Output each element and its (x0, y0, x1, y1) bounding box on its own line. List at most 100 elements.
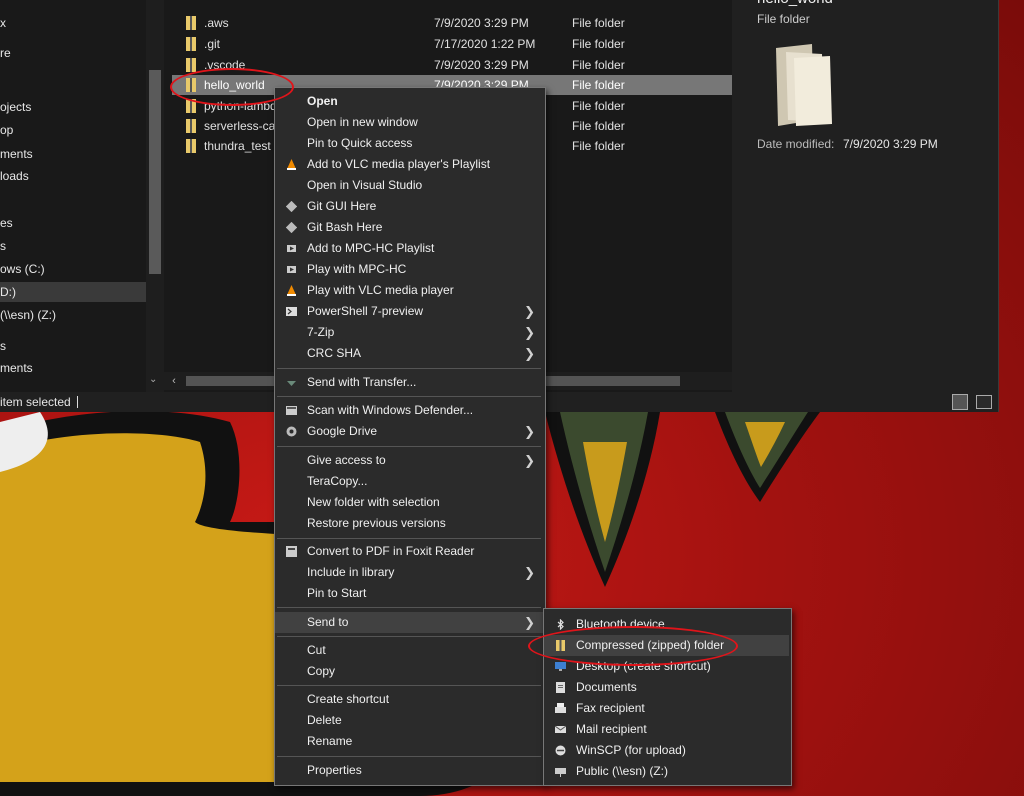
folder-zip-icon (186, 58, 196, 72)
annotation-ellipse-compressed-folder (528, 626, 738, 666)
nav-item[interactable]: re (0, 43, 11, 63)
git-icon (286, 222, 297, 233)
menu-item-cut[interactable]: Cut (275, 640, 543, 661)
menu-item-label: Cut (307, 643, 326, 657)
menu-item-google-drive[interactable]: Google Drive ❯ (275, 421, 543, 442)
nav-item-z-drive[interactable]: (\\esn) (Z:) (0, 305, 56, 325)
nav-scrollbar[interactable]: ⌄ (146, 0, 164, 392)
nav-item[interactable]: loads (0, 166, 29, 186)
menu-item-label: Play with VLC media player (307, 283, 454, 297)
preview-title: hello_world (757, 0, 833, 7)
file-date: 7/9/2020 3:29 PM (434, 16, 529, 30)
menu-item-windows-defender[interactable]: Scan with Windows Defender... (275, 400, 543, 421)
large-icons-view-icon[interactable] (976, 395, 992, 409)
chevron-right-icon: ❯ (524, 453, 535, 468)
nav-item[interactable]: ments (0, 358, 33, 378)
sendto-item-winscp[interactable]: WinSCP (for upload) (544, 740, 789, 761)
text-cursor (77, 396, 78, 408)
nav-item[interactable]: s (0, 336, 6, 356)
nav-item-c-drive[interactable]: ows (C:) (0, 259, 45, 279)
menu-item-label: Scan with Windows Defender... (307, 403, 474, 417)
menu-item-rename[interactable]: Rename (275, 731, 543, 752)
chevron-down-icon[interactable]: ⌄ (149, 374, 157, 385)
file-row[interactable]: .aws 7/9/2020 3:29 PM File folder (172, 13, 732, 33)
bluetooth-icon (557, 619, 564, 630)
nav-item[interactable]: ojects (0, 97, 31, 117)
menu-item-label: Mail recipient (576, 722, 647, 736)
menu-item-teracopy[interactable]: TeraCopy... (275, 471, 543, 492)
sendto-item-mail[interactable]: Mail recipient (544, 719, 789, 740)
menu-item-powershell[interactable]: PowerShell 7-preview ❯ (275, 301, 543, 322)
nav-item[interactable]: es (0, 213, 13, 233)
preview-type: File folder (757, 12, 810, 26)
menu-item-label: Properties (307, 763, 362, 777)
menu-item-label: Delete (307, 713, 342, 727)
defender-icon (286, 406, 297, 415)
menu-item-foxit-pdf[interactable]: Convert to PDF in Foxit Reader (275, 541, 543, 562)
nav-item[interactable]: ments (0, 144, 33, 164)
menu-separator (277, 446, 541, 447)
foxit-icon (286, 546, 297, 557)
chevron-right-icon: ❯ (524, 304, 535, 319)
transfer-icon (287, 381, 296, 386)
menu-item-vlc-playlist[interactable]: Add to VLC media player's Playlist (275, 154, 543, 175)
menu-item-label: CRC SHA (307, 346, 362, 360)
folder-preview-icon (776, 44, 832, 126)
nav-item[interactable]: op (0, 120, 13, 140)
menu-item-pin-quick-access[interactable]: Pin to Quick access (275, 133, 543, 154)
details-view-icon[interactable] (952, 394, 968, 410)
menu-item-play-vlc[interactable]: Play with VLC media player (275, 280, 543, 301)
chevron-left-icon[interactable]: ‹ (166, 373, 182, 389)
menu-item-crc-sha[interactable]: CRC SHA ❯ (275, 343, 543, 364)
menu-item-delete[interactable]: Delete (275, 710, 543, 731)
menu-item-label: Convert to PDF in Foxit Reader (307, 544, 475, 558)
menu-item-mpc-playlist[interactable]: Add to MPC-HC Playlist (275, 238, 543, 259)
mpc-icon (287, 266, 296, 273)
menu-item-label: Create shortcut (307, 692, 390, 706)
file-type: File folder (572, 37, 625, 51)
menu-item-7zip[interactable]: 7-Zip ❯ (275, 322, 543, 343)
nav-item[interactable]: s (0, 236, 6, 256)
menu-item-open[interactable]: Open (275, 91, 543, 112)
menu-item-pin-start[interactable]: Pin to Start (275, 583, 543, 604)
file-type: File folder (572, 58, 625, 72)
menu-item-label: Send with Transfer... (307, 375, 417, 389)
nav-scrollbar-thumb[interactable] (149, 70, 161, 274)
file-type: File folder (572, 78, 625, 92)
menu-item-label: Google Drive (307, 424, 378, 438)
winscp-icon (555, 745, 566, 756)
chevron-right-icon: ❯ (524, 325, 535, 340)
menu-item-label: Open (307, 94, 338, 108)
folder-zip-icon (186, 16, 196, 30)
file-name: serverless-calc (204, 119, 285, 133)
menu-item-label: Git GUI Here (307, 199, 377, 213)
file-row[interactable]: .git 7/17/2020 1:22 PM File folder (172, 34, 732, 54)
nav-item-d-drive[interactable]: D:) (0, 282, 146, 302)
navigation-pane: x re ojects op ments loads es s ows (C:)… (0, 0, 164, 392)
menu-item-send-transfer[interactable]: Send with Transfer... (275, 372, 543, 393)
file-name: thundra_test (204, 139, 271, 153)
sendto-item-documents[interactable]: Documents (544, 677, 789, 698)
menu-item-copy[interactable]: Copy (275, 661, 543, 682)
menu-item-give-access[interactable]: Give access to ❯ (275, 450, 543, 471)
mpc-icon (287, 245, 296, 252)
menu-item-git-gui[interactable]: Git GUI Here (275, 196, 543, 217)
menu-item-create-shortcut[interactable]: Create shortcut (275, 689, 543, 710)
menu-separator (277, 607, 541, 608)
preview-date-label: Date modified: (757, 137, 835, 151)
menu-item-include-library[interactable]: Include in library ❯ (275, 562, 543, 583)
menu-item-git-bash[interactable]: Git Bash Here (275, 217, 543, 238)
menu-item-label: Add to MPC-HC Playlist (307, 241, 435, 255)
nav-item[interactable]: x (0, 13, 6, 33)
fax-icon (555, 703, 566, 713)
powershell-icon (286, 307, 297, 316)
sendto-item-fax[interactable]: Fax recipient (544, 698, 789, 719)
menu-item-restore-versions[interactable]: Restore previous versions (275, 513, 543, 534)
sendto-item-public-z[interactable]: Public (\\esn) (Z:) (544, 761, 789, 782)
menu-item-send-to[interactable]: Send to ❯ (275, 612, 543, 633)
menu-item-open-new-window[interactable]: Open in new window (275, 112, 543, 133)
menu-item-open-visual-studio[interactable]: Open in Visual Studio (275, 175, 543, 196)
menu-item-play-mpc[interactable]: Play with MPC-HC (275, 259, 543, 280)
menu-item-new-folder-selection[interactable]: New folder with selection (275, 492, 543, 513)
menu-item-properties[interactable]: Properties (275, 760, 543, 781)
